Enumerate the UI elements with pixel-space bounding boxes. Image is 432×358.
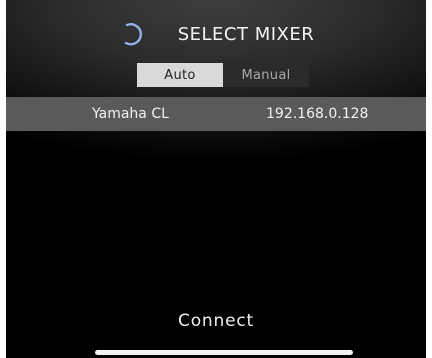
mixer-ip-address: 192.168.0.128 [266, 106, 369, 122]
home-indicator[interactable] [95, 350, 353, 355]
screen-edge-right [426, 0, 432, 358]
screen-edge-left [0, 0, 6, 358]
header: SELECT MIXER [0, 12, 432, 56]
tab-manual[interactable]: Manual [223, 63, 309, 87]
loading-spinner-icon [124, 23, 142, 46]
mixer-list-item[interactable]: Yamaha CL 192.168.0.128 [0, 97, 432, 131]
page-title: SELECT MIXER [177, 23, 315, 45]
mode-segmented-control: Auto Manual [137, 63, 309, 87]
select-mixer-screen: SELECT MIXER Auto Manual Yamaha CL 192.1… [0, 0, 432, 358]
tab-auto[interactable]: Auto [137, 63, 223, 87]
mixer-name: Yamaha CL [92, 106, 169, 122]
connect-button[interactable]: Connect [0, 306, 432, 336]
